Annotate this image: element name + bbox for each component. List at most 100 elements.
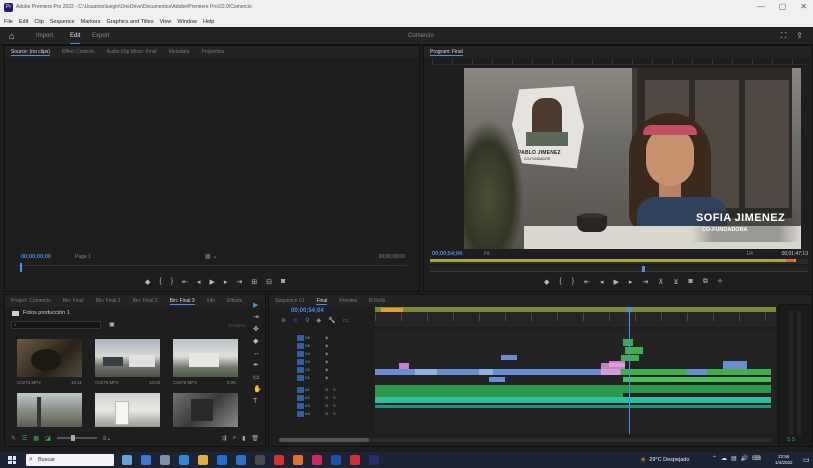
tab-audio-clip-mixer[interactable]: Audio Clip Mixer: Final — [107, 49, 157, 55]
store-icon[interactable] — [217, 455, 227, 465]
audio-clip[interactable] — [375, 397, 771, 403]
step-back-icon[interactable]: ◂ — [600, 278, 604, 286]
track-target[interactable] — [297, 387, 304, 393]
track-header[interactable]: A3 M S — [271, 403, 373, 410]
extract-icon[interactable]: ⊻ — [673, 278, 678, 286]
chevron-up-icon[interactable]: ⌃ — [712, 455, 717, 462]
type-tool-icon[interactable]: T — [253, 398, 260, 405]
minimize-button[interactable]: — — [757, 2, 765, 11]
tab-effect-controls[interactable]: Effect Controls — [62, 49, 95, 55]
menu-view[interactable]: View — [160, 19, 172, 25]
tab-b-rolls[interactable]: B-Rolls — [369, 298, 385, 304]
eye-icon[interactable]: ◉ — [325, 359, 329, 364]
mute-icon[interactable]: M — [325, 395, 328, 400]
work-area-bar[interactable] — [375, 307, 776, 312]
network-icon[interactable]: ▤ — [731, 455, 737, 462]
clip-thumbnail[interactable] — [173, 393, 238, 427]
onedrive-icon[interactable]: ☁ — [721, 455, 727, 462]
hand-tool-icon[interactable]: ✋ — [253, 386, 262, 393]
freeform-view-icon[interactable]: ◪ — [45, 435, 51, 442]
notification-icon[interactable]: ▭ — [803, 456, 810, 464]
mark-out-icon[interactable]: } — [572, 278, 574, 286]
track-header[interactable]: A4 M S — [271, 411, 373, 418]
track-target[interactable] — [297, 335, 304, 341]
trash-icon[interactable]: 🗑 — [251, 435, 259, 442]
tab-source[interactable]: Source: (no clips) — [11, 49, 50, 56]
eye-icon[interactable]: ◉ — [325, 351, 329, 356]
tab-metadata[interactable]: Metadata — [169, 49, 190, 55]
audio-clip[interactable] — [375, 385, 623, 397]
solo-icon[interactable]: S — [333, 403, 336, 408]
track-target[interactable] — [297, 359, 304, 365]
project-search-input[interactable]: ⌕ — [11, 321, 101, 329]
word-icon[interactable] — [331, 455, 341, 465]
tab-properties[interactable]: Properties — [202, 49, 225, 55]
taskbar-search-input[interactable]: Buscar — [26, 454, 114, 466]
share-icon[interactable]: ⇪ — [796, 31, 803, 41]
insert-icon[interactable]: ⊞ — [251, 278, 257, 286]
clip[interactable] — [623, 339, 633, 346]
thumbnail-zoom-slider[interactable] — [56, 435, 97, 441]
tab-program[interactable]: Program: Final — [430, 49, 463, 56]
clock[interactable]: 22:56 1/4/2022 — [775, 454, 793, 466]
clip[interactable] — [479, 369, 493, 375]
recording-icon[interactable] — [274, 455, 284, 465]
tab-import[interactable]: Import — [36, 33, 53, 39]
mute-icon[interactable]: M — [325, 387, 328, 392]
settings-icon[interactable]: ▦ ⌄ — [205, 253, 217, 260]
clip-thumbnail[interactable] — [95, 339, 160, 377]
clip[interactable] — [375, 369, 620, 375]
step-forward-icon[interactable]: ▸ — [629, 278, 633, 286]
solo-icon[interactable]: S — [333, 395, 336, 400]
windows-start-icon[interactable] — [8, 456, 16, 464]
tab-info[interactable]: Info — [207, 298, 215, 304]
eye-icon[interactable]: ◉ — [325, 343, 329, 348]
menu-window[interactable]: Window — [177, 19, 197, 25]
chrome-icon[interactable] — [255, 455, 265, 465]
overwrite-icon[interactable]: ⊟ — [266, 278, 272, 286]
new-item-icon[interactable]: ▮ — [242, 435, 245, 442]
premiere-taskbar-icon[interactable] — [369, 455, 379, 465]
export-frame-icon[interactable]: ◙ — [689, 278, 693, 286]
tab-bin-final[interactable]: Bin: Final — [63, 298, 84, 304]
clip[interactable] — [489, 377, 505, 382]
tab-bin-final-1[interactable]: Bin: Final 1 — [96, 298, 121, 304]
add-marker-icon[interactable]: ◆ — [544, 278, 549, 286]
folder-icon[interactable] — [198, 455, 208, 465]
track-header[interactable]: V2 ◉ — [271, 367, 373, 374]
compare-icon[interactable]: ⧉ — [703, 278, 708, 286]
sort-icon[interactable]: ≡⌄ — [103, 435, 112, 442]
tab-final[interactable]: Final — [316, 298, 328, 305]
go-to-in-icon[interactable]: ⇤ — [182, 278, 188, 286]
clip[interactable] — [625, 347, 643, 354]
solo-buttons[interactable]: S S — [787, 437, 795, 443]
find-icon[interactable]: ⌕ — [233, 435, 236, 442]
maximize-button[interactable]: ▢ — [779, 2, 787, 11]
source-timecode[interactable]: 00;00;00;00 — [21, 254, 51, 260]
slip-tool-icon[interactable]: ↔ — [253, 350, 260, 357]
track-header[interactable]: V3 ◉ — [271, 359, 373, 366]
tab-bin-final-2[interactable]: Bin: Final 2 — [133, 298, 158, 304]
clip[interactable] — [501, 355, 517, 360]
clip-thumbnail[interactable] — [173, 339, 238, 377]
track-target[interactable] — [297, 351, 304, 357]
clip[interactable] — [687, 369, 707, 375]
menu-markers[interactable]: Markers — [81, 19, 101, 25]
home-icon[interactable]: ⌂ — [9, 31, 14, 41]
track-target[interactable] — [297, 375, 304, 381]
program-timecode[interactable]: 00;00;54;04 — [432, 251, 462, 257]
track-header[interactable]: V6 ◉ — [271, 335, 373, 342]
program-scrubber[interactable] — [430, 266, 808, 272]
widgets-icon[interactable] — [122, 455, 132, 465]
track-target[interactable] — [297, 411, 304, 417]
linked-selection-icon[interactable]: ⚲ — [305, 317, 309, 324]
track-header[interactable]: A1 M S — [271, 387, 373, 394]
menu-edit[interactable]: Edit — [19, 19, 28, 25]
mute-icon[interactable]: M — [325, 411, 328, 416]
scroll-thumb[interactable] — [279, 438, 369, 442]
step-forward-icon[interactable]: ▸ — [224, 278, 228, 286]
wrench-icon[interactable]: 🔧 — [328, 317, 335, 324]
solo-icon[interactable]: S — [333, 411, 336, 416]
track-header[interactable]: A2 M S — [271, 395, 373, 402]
program-inout-bar[interactable] — [430, 259, 808, 264]
